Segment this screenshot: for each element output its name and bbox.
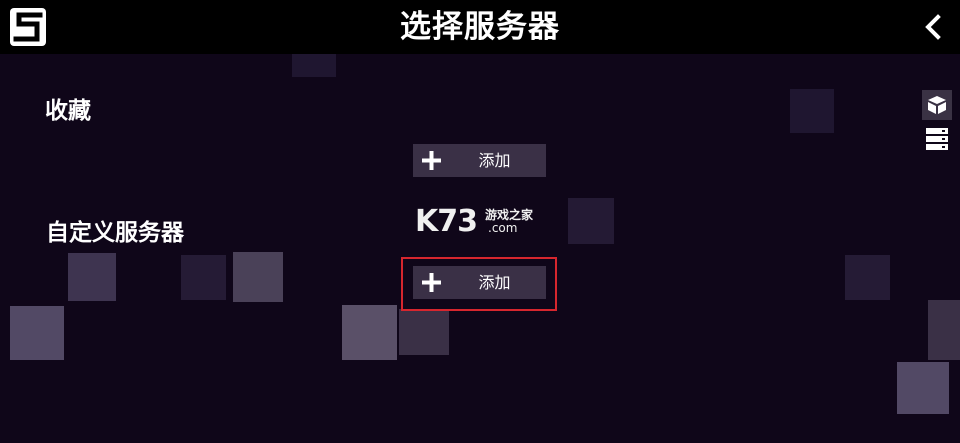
add-favorite-button[interactable]: 添加	[413, 144, 546, 177]
bg-square	[342, 305, 397, 360]
bg-square	[68, 253, 116, 301]
bg-square	[292, 54, 336, 77]
server-list-icon[interactable]	[922, 124, 952, 154]
custom-servers-label: 自定义服务器	[46, 220, 184, 246]
bg-square	[181, 255, 226, 300]
bg-square	[233, 252, 283, 302]
favorites-label: 收藏	[45, 98, 91, 124]
box-icon[interactable]	[922, 90, 952, 120]
watermark-brand: K73	[415, 204, 478, 239]
bg-square	[928, 300, 960, 360]
bg-square	[10, 306, 64, 360]
bg-square	[399, 309, 449, 355]
bg-square	[790, 89, 834, 133]
page-title: 选择服务器	[400, 9, 560, 45]
watermark-domain: .com	[488, 221, 518, 235]
bg-square	[845, 255, 890, 300]
plus-icon	[421, 150, 442, 171]
add-favorite-label: 添加	[478, 151, 511, 170]
bg-square	[897, 362, 949, 414]
highlight-box	[401, 257, 557, 311]
bg-square	[568, 198, 614, 244]
watermark-logo: K73 游戏之家 .com	[415, 204, 545, 240]
top-bar: 选择服务器	[0, 0, 960, 54]
chevron-left-icon[interactable]	[918, 12, 948, 42]
